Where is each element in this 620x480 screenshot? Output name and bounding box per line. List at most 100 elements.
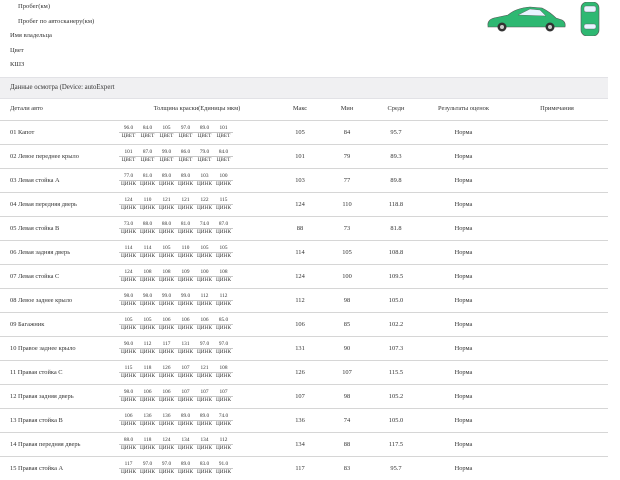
reading-layer: ЦИНК	[214, 348, 233, 356]
avg-value: 105.0	[371, 409, 421, 433]
reading-layer: ЦИНК	[176, 372, 195, 380]
thickness-reading: 106ЦИНК	[138, 389, 157, 404]
reading-layer: ЦВЕТ	[138, 156, 157, 164]
max-value: 134	[277, 433, 323, 457]
reading-value: 96.0	[119, 125, 138, 132]
thickness-reading: 88.0ЦИНК	[119, 437, 138, 452]
thickness-reading: 98.0ЦИНК	[119, 389, 138, 404]
table-row: 01 Капот96.0ЦВЕТ84.0ЦВЕТ105ЦВЕТ97.0ЦВЕТ8…	[0, 121, 608, 145]
reading-value: 112	[214, 293, 233, 300]
reading-value: 110	[138, 197, 157, 204]
part-name: 07 Левая стойка С	[0, 265, 117, 289]
reading-layer: ЦИНК	[119, 420, 138, 428]
max-value: 136	[277, 409, 323, 433]
reading-layer: ЦИНК	[195, 324, 214, 332]
avg-value: 107.3	[371, 337, 421, 361]
info-line: Пробег(км)	[10, 0, 94, 15]
note-value	[506, 361, 608, 385]
thickness-readings: 124ЦИНК110ЦИНК121ЦИНК121ЦИНК122ЦИНК115ЦИ…	[117, 193, 277, 217]
reading-layer: ЦИНК	[119, 444, 138, 452]
info-line: Имя владельца	[10, 29, 94, 44]
result-value: Норма	[421, 217, 506, 241]
avg-value: 105.2	[371, 385, 421, 409]
reading-layer: ЦИНК	[176, 204, 195, 212]
thickness-reading: 101ЦВЕТ	[119, 149, 138, 164]
reading-layer: ЦИНК	[176, 444, 195, 452]
thickness-reading: 136ЦИНК	[138, 413, 157, 428]
reading-value: 126	[157, 365, 176, 372]
reading-layer: ЦВЕТ	[176, 156, 195, 164]
thickness-reading: 97.0ЦИНК	[214, 341, 233, 356]
part-name: 15 Правая стойка А	[0, 457, 117, 480]
max-value: 124	[277, 193, 323, 217]
reading-value: 121	[176, 197, 195, 204]
max-value: 107	[277, 385, 323, 409]
reading-layer: ЦИНК	[214, 396, 233, 404]
thickness-reading: 118ЦИНК	[138, 365, 157, 380]
reading-layer: ЦИНК	[195, 300, 214, 308]
result-value: Норма	[421, 289, 506, 313]
inspection-section-header: Данные осмотра (Device: autoExpert	[0, 77, 608, 99]
reading-layer: ЦИНК	[119, 204, 138, 212]
result-value: Норма	[421, 193, 506, 217]
reading-layer: ЦИНК	[214, 444, 233, 452]
reading-layer: ЦИНК	[119, 276, 138, 284]
reading-value: 97.0	[138, 461, 157, 468]
reading-layer: ЦИНК	[119, 300, 138, 308]
table-row: 07 Левая стойка С124ЦИНК108ЦИНК108ЦИНК10…	[0, 265, 608, 289]
part-name: 13 Правая стойка В	[0, 409, 117, 433]
reading-layer: ЦИНК	[176, 468, 195, 476]
thickness-reading: 100ЦИНК	[214, 173, 233, 188]
reading-value: 118	[138, 437, 157, 444]
thickness-reading: 134ЦИНК	[195, 437, 214, 452]
header-avg: Средн	[371, 97, 421, 121]
avg-value: 102.2	[371, 313, 421, 337]
table-row: 08 Левое заднее крыло98.0ЦИНК98.0ЦИНК99.…	[0, 289, 608, 313]
thickness-reading: 106ЦИНК	[119, 413, 138, 428]
car-diagram-icon	[484, 2, 602, 36]
thickness-reading: 136ЦИНК	[157, 413, 176, 428]
reading-layer: ЦИНК	[214, 180, 233, 188]
result-value: Норма	[421, 433, 506, 457]
thickness-readings: 115ЦИНК118ЦИНК126ЦИНК107ЦИНК121ЦИНК108ЦИ…	[117, 361, 277, 385]
note-value	[506, 457, 608, 480]
reading-value: 81.0	[138, 173, 157, 180]
thickness-reading: 89.0ЦИНК	[176, 461, 195, 476]
reading-layer: ЦВЕТ	[214, 132, 233, 140]
reading-value: 107	[176, 365, 195, 372]
table-row: 10 Правое заднее крыло90.0ЦИНК112ЦИНК117…	[0, 337, 608, 361]
reading-layer: ЦИНК	[138, 180, 157, 188]
thickness-reading: 86.0ЦВЕТ	[176, 149, 195, 164]
thickness-reading: 124ЦИНК	[119, 197, 138, 212]
thickness-reading: 99.0ЦВЕТ	[157, 149, 176, 164]
reading-value: 89.0	[195, 125, 214, 132]
thickness-reading: 99.0ЦИНК	[176, 293, 195, 308]
reading-layer: ЦИНК	[157, 348, 176, 356]
reading-layer: ЦИНК	[138, 420, 157, 428]
reading-value: 110	[176, 245, 195, 252]
part-name: 01 Капот	[0, 121, 117, 145]
reading-value: 101	[119, 149, 138, 156]
part-name: 14 Правая передняя дверь	[0, 433, 117, 457]
reading-layer: ЦИНК	[138, 276, 157, 284]
reading-value: 98.0	[138, 293, 157, 300]
reading-layer: ЦИНК	[214, 468, 233, 476]
header-thickness: Толщина краски(Единицы мкм)	[117, 97, 277, 121]
reading-layer: ЦИНК	[157, 300, 176, 308]
reading-layer: ЦИНК	[214, 372, 233, 380]
note-value	[506, 313, 608, 337]
table-row: 12 Правая задняя дверь98.0ЦИНК106ЦИНК106…	[0, 385, 608, 409]
thickness-reading: 77.0ЦИНК	[119, 173, 138, 188]
reading-value: 97.0	[195, 341, 214, 348]
reading-value: 105	[195, 245, 214, 252]
reading-value: 106	[157, 389, 176, 396]
reading-value: 74.0	[214, 413, 233, 420]
thickness-reading: 106ЦИНК	[176, 317, 195, 332]
note-value	[506, 169, 608, 193]
min-value: 84	[323, 121, 371, 145]
thickness-reading: 112ЦИНК	[195, 293, 214, 308]
reading-layer: ЦИНК	[157, 420, 176, 428]
reading-value: 74.0	[195, 221, 214, 228]
reading-layer: ЦИНК	[176, 228, 195, 236]
thickness-reading: 108ЦИНК	[138, 269, 157, 284]
